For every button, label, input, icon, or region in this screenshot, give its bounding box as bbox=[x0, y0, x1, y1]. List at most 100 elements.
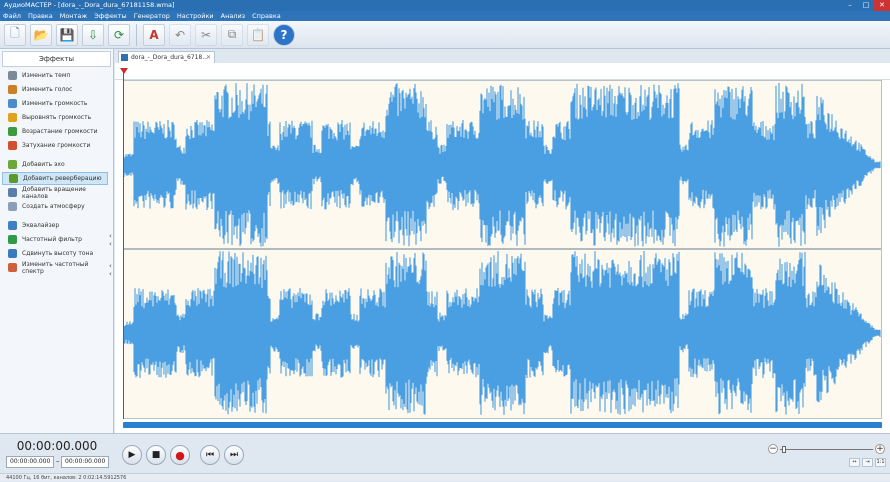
cut-button[interactable]: ✂ bbox=[195, 23, 217, 46]
horizontal-scrollbar[interactable] bbox=[123, 422, 882, 428]
left-channel-waveform bbox=[123, 83, 881, 247]
toolbar-separator bbox=[136, 23, 137, 46]
effect-item[interactable]: Затухание громкости bbox=[2, 139, 108, 152]
help-icon: ? bbox=[280, 27, 288, 42]
toolbar: 🗋 📂 💾 ⇩ ⟳ A ↶ ✂ ⧉ 📋 ? bbox=[0, 21, 890, 49]
collapse-arrow-icon[interactable]: ‹ bbox=[109, 262, 112, 270]
copy-button[interactable]: ⧉ bbox=[221, 23, 243, 46]
zoom-selection-button[interactable]: ⇥ bbox=[862, 458, 873, 467]
menu-bar: Файл Правка Монтаж Эффекты Генератор Нас… bbox=[0, 11, 890, 21]
waveform-area[interactable] bbox=[123, 80, 882, 419]
selection-start-field[interactable]: 00:00:00.000 bbox=[6, 456, 54, 468]
menu-help[interactable]: Справка bbox=[252, 11, 281, 21]
effect-item[interactable]: Изменить громкость bbox=[2, 97, 108, 110]
effect-icon bbox=[8, 188, 17, 197]
paste-button[interactable]: 📋 bbox=[247, 23, 269, 46]
effect-icon bbox=[8, 221, 17, 230]
menu-settings[interactable]: Настройки bbox=[177, 11, 214, 21]
tab-label: dora_-_Dora_dura_6718... bbox=[131, 54, 208, 61]
timeline-ruler[interactable] bbox=[115, 63, 890, 80]
waveform-display[interactable] bbox=[123, 81, 881, 418]
refresh-button[interactable]: ⟳ bbox=[108, 23, 130, 46]
effect-label: Изменить частотный спектр bbox=[22, 260, 89, 275]
window-title: АудиоМАСТЕР - [dora_-_Dora_dura_67181158… bbox=[4, 1, 175, 9]
close-window-button[interactable]: ✕ bbox=[874, 0, 890, 11]
current-time-display: 00:00:00.000 bbox=[16, 439, 98, 453]
effect-item[interactable]: Изменить темп bbox=[2, 69, 108, 82]
record-button[interactable]: ● bbox=[170, 445, 190, 465]
effect-item[interactable]: Частотный фильтр bbox=[2, 233, 108, 246]
menu-edit[interactable]: Правка bbox=[28, 11, 53, 21]
range-dash: – bbox=[56, 457, 60, 465]
rewind-button[interactable]: ⏮ bbox=[200, 445, 220, 465]
minimize-button[interactable]: – bbox=[842, 0, 858, 11]
save-button[interactable]: 💾 bbox=[56, 23, 78, 46]
record-icon: ● bbox=[175, 448, 185, 462]
effect-label: Выровнять громкость bbox=[22, 114, 92, 121]
effect-label: Изменить громкость bbox=[22, 100, 88, 107]
menu-effects[interactable]: Эффекты bbox=[94, 11, 127, 21]
fit-width-icon: ↔ bbox=[852, 459, 857, 465]
actual-size-button[interactable]: 1:1 bbox=[875, 458, 886, 467]
effect-icon bbox=[8, 202, 17, 211]
effects-sidebar: Эффекты Изменить темп Изменить голос Измен… bbox=[0, 49, 114, 433]
play-button[interactable]: ▶ bbox=[122, 445, 142, 465]
effect-label: Добавить эхо bbox=[22, 161, 65, 168]
collapse-arrow-icon[interactable]: ‹ bbox=[109, 232, 112, 240]
copy-icon: ⧉ bbox=[227, 27, 237, 41]
new-file-button[interactable]: 🗋 bbox=[4, 23, 26, 46]
effect-item[interactable]: Изменить частотный спектр bbox=[2, 260, 108, 275]
playhead-line[interactable] bbox=[123, 71, 124, 419]
stop-icon: ■ bbox=[151, 450, 161, 460]
zoom-slider[interactable] bbox=[780, 449, 873, 450]
export-icon: ⇩ bbox=[87, 27, 99, 42]
effect-label: Создать атмосферу bbox=[22, 203, 85, 210]
selection-end-field[interactable]: 00:00:00.000 bbox=[61, 456, 109, 468]
open-file-button[interactable]: 📂 bbox=[30, 23, 52, 46]
export-button[interactable]: ⇩ bbox=[82, 23, 104, 46]
effect-icon bbox=[8, 263, 17, 272]
maximize-button[interactable]: □ bbox=[858, 0, 874, 11]
effect-icon bbox=[8, 113, 17, 122]
save-icon: 💾 bbox=[59, 27, 75, 42]
effect-icon bbox=[8, 99, 17, 108]
effect-icon bbox=[8, 235, 17, 244]
zoom-out-button[interactable]: − bbox=[768, 444, 778, 454]
waveform-editor bbox=[115, 63, 890, 433]
tab-audio-file[interactable]: dora_-_Dora_dura_6718... ✕ bbox=[118, 51, 215, 63]
forward-button[interactable]: ⏭ bbox=[224, 445, 244, 465]
effect-item[interactable]: Добавить эхо bbox=[2, 158, 108, 171]
collapse-arrow-icon[interactable]: ‹ bbox=[109, 240, 112, 248]
edit-text-button[interactable]: A bbox=[143, 23, 165, 46]
menu-montage[interactable]: Монтаж bbox=[60, 11, 87, 21]
fit-to-window-button[interactable]: ↔ bbox=[849, 458, 860, 467]
undo-button[interactable]: ↶ bbox=[169, 23, 191, 46]
collapse-arrow-icon[interactable]: ‹ bbox=[109, 270, 112, 278]
effect-item[interactable]: Создать атмосферу bbox=[2, 200, 108, 213]
menu-generator[interactable]: Генератор bbox=[134, 11, 170, 21]
effect-item[interactable]: Возрастание громкости bbox=[2, 125, 108, 138]
tab-close-icon[interactable]: ✕ bbox=[206, 52, 211, 63]
effect-item[interactable]: Добавить реверберацию bbox=[2, 172, 108, 185]
effect-item[interactable]: Добавить вращение каналов bbox=[2, 185, 108, 200]
help-button[interactable]: ? bbox=[273, 23, 295, 46]
effect-item[interactable]: Изменить голос bbox=[2, 83, 108, 96]
effect-item[interactable]: Сдвинуть высоту тона bbox=[2, 247, 108, 260]
transport-controls: ▶ ■ ● ⏮ ⏭ − + ↔ ⇥ 1:1 bbox=[115, 436, 890, 472]
stop-button[interactable]: ■ bbox=[146, 445, 166, 465]
effect-icon bbox=[8, 71, 17, 80]
zoom-in-button[interactable]: + bbox=[875, 444, 885, 454]
actual-size-label: 1:1 bbox=[876, 459, 885, 465]
effect-icon bbox=[8, 85, 17, 94]
zoom-slider-thumb[interactable] bbox=[782, 446, 786, 453]
effect-label: Затухание громкости bbox=[22, 142, 91, 149]
edit-text-icon: A bbox=[149, 27, 159, 42]
effect-icon bbox=[8, 160, 17, 169]
effect-item[interactable]: Эквалайзер bbox=[2, 219, 108, 232]
effect-item[interactable]: Выровнять громкость bbox=[2, 111, 108, 124]
effect-label: Добавить вращение каналов bbox=[22, 185, 86, 200]
menu-file[interactable]: Файл bbox=[3, 11, 21, 21]
playhead-marker-icon[interactable] bbox=[120, 68, 128, 74]
menu-analysis[interactable]: Анализ bbox=[221, 11, 246, 21]
new-file-icon: 🗋 bbox=[10, 26, 20, 40]
